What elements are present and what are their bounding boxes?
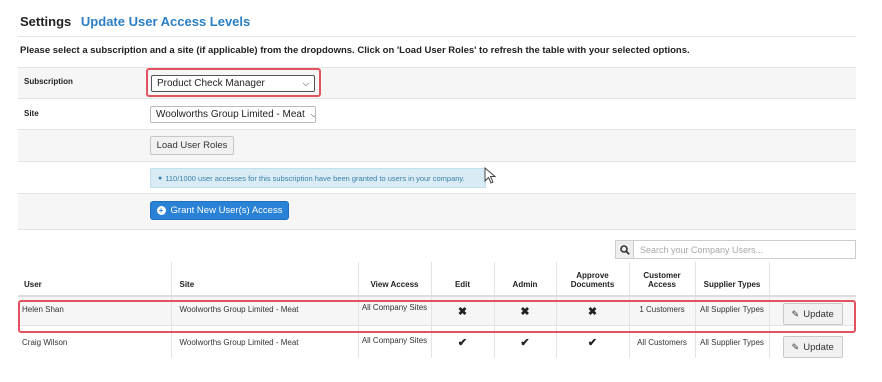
subscription-row [18, 67, 856, 99]
column-header-edit[interactable]: Edit [430, 262, 494, 296]
header-divider [18, 36, 856, 37]
column-header-admin[interactable]: Admin [493, 262, 556, 296]
site-row [18, 98, 856, 130]
site-label: Site [24, 109, 39, 118]
column-header-site[interactable]: Site [170, 262, 358, 296]
search-input[interactable] [634, 240, 856, 259]
user-icon: ● [158, 174, 163, 182]
grant-access-button[interactable]: + Grant New User(s) Access [150, 201, 289, 220]
edit-icon: ✎ [791, 341, 800, 352]
view-access-value: All Company Sites [361, 336, 428, 345]
load-user-roles-button[interactable]: Load User Roles [150, 136, 234, 155]
check-icon: ✔ [457, 337, 468, 349]
site-select[interactable]: Woolworths Group Limited - Meat ⌵ [150, 106, 316, 123]
chevron-down-icon: ⌵ [302, 78, 309, 88]
check-icon: ✔ [520, 337, 530, 349]
update-button-label: Update [803, 341, 834, 353]
plus-circle-icon: + [156, 206, 166, 215]
info-alert: ● 110/1000 user accesses for this subscr… [150, 168, 486, 188]
column-header-approve-documents[interactable]: Approve Documents [555, 262, 629, 296]
subscription-label: Subscription [24, 77, 73, 86]
grant-row [18, 193, 856, 230]
load-row [18, 129, 856, 162]
update-button[interactable]: ✎ Update [782, 336, 843, 358]
grant-access-button-label: Grant New User(s) Access [170, 205, 283, 216]
page-title: Settings [20, 14, 72, 29]
table-header-row: User Site View Access Edit Admin Approve… [18, 262, 856, 296]
column-header-supplier-types[interactable]: Supplier Types [694, 262, 769, 296]
user-search [615, 240, 856, 259]
subscription-select[interactable]: Product Check Manager ⌵ [151, 75, 315, 92]
instructions-text: Please select a subscription and a site … [20, 45, 690, 56]
subscription-select-value: Product Check Manager [157, 78, 265, 89]
column-header-actions [768, 262, 856, 296]
selected-row-highlight [18, 300, 856, 333]
page-subtitle: Update User Access Levels [80, 14, 251, 29]
site-select-value: Woolworths Group Limited - Meat [156, 109, 305, 120]
column-header-customer-access[interactable]: Customer Access [628, 262, 695, 296]
search-icon[interactable] [615, 240, 634, 259]
check-icon: ✔ [587, 337, 598, 349]
column-header-user[interactable]: User [18, 262, 171, 296]
column-header-view-access[interactable]: View Access [357, 262, 431, 296]
info-alert-text: 110/1000 user accesses for this subscrip… [165, 173, 465, 183]
chevron-down-icon: ⌵ [311, 110, 315, 120]
page-header: Settings Update User Access Levels [20, 14, 250, 29]
mouse-cursor-icon [484, 167, 497, 184]
